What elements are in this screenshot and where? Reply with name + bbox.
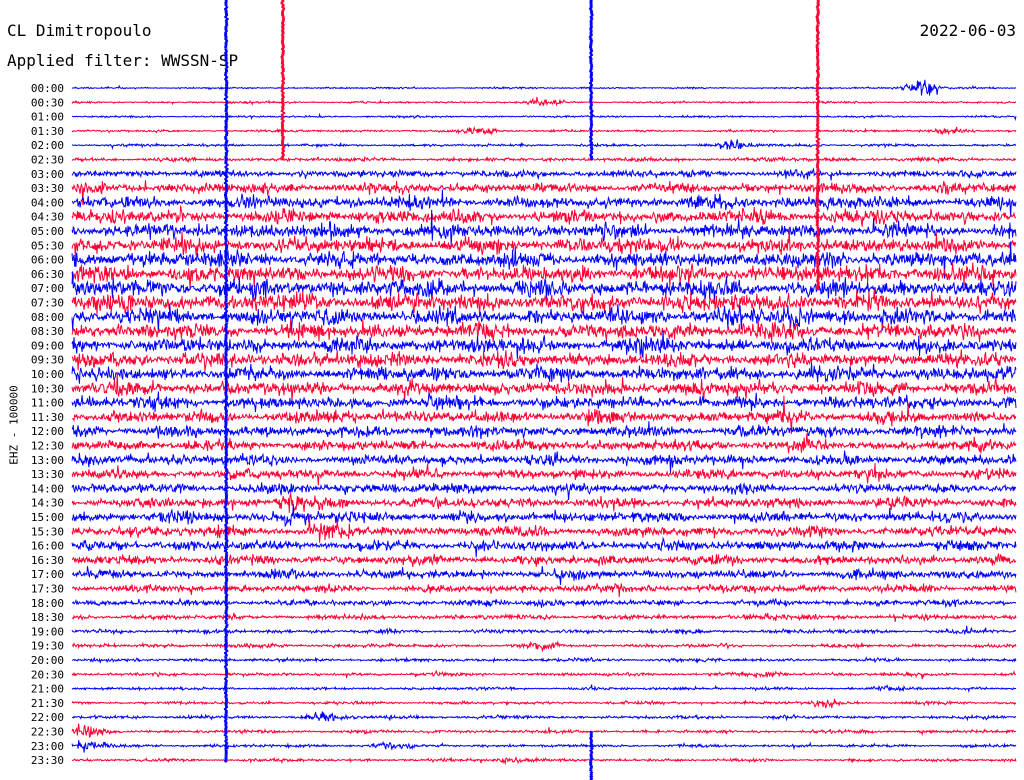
tick-label-2000: 20:00 — [31, 654, 64, 667]
spike-0 — [223, 0, 229, 764]
tick-label-1000: 10:00 — [31, 368, 64, 381]
tick-label-1500: 15:00 — [31, 511, 64, 524]
tick-label-0430: 04:30 — [31, 211, 64, 224]
trace-1730 — [71, 583, 1017, 598]
tick-label-0230: 02:30 — [31, 154, 64, 167]
tick-label-0600: 06:00 — [31, 254, 64, 267]
tick-label-1330: 13:30 — [31, 468, 64, 481]
tick-label-2200: 22:00 — [31, 711, 64, 724]
trace-2230 — [71, 723, 1017, 738]
trace-1400 — [71, 482, 1017, 501]
trace-1230 — [71, 433, 1017, 454]
tick-label-1600: 16:00 — [31, 540, 64, 553]
trace-1200 — [71, 421, 1017, 440]
trace-1600 — [71, 536, 1017, 558]
trace-2100 — [71, 684, 1017, 694]
trace-0430 — [71, 205, 1016, 227]
trace-2130 — [71, 698, 1017, 709]
trace-2030 — [71, 670, 1017, 680]
tick-label-0100: 01:00 — [31, 111, 64, 124]
tick-label-1730: 17:30 — [31, 583, 64, 596]
trace-2200 — [71, 711, 1017, 722]
tick-label-1230: 12:30 — [31, 440, 64, 453]
trace-1800 — [71, 597, 1017, 609]
tick-label-1830: 18:30 — [31, 611, 64, 624]
trace-0930 — [71, 349, 1017, 371]
tick-label-0500: 05:00 — [31, 225, 64, 238]
trace-2000 — [71, 656, 1017, 664]
tick-label-1900: 19:00 — [31, 625, 64, 638]
trace-2330 — [71, 755, 1017, 766]
trace-0730 — [71, 289, 1017, 317]
tick-label-0400: 04:00 — [31, 196, 64, 209]
trace-0130 — [71, 125, 1017, 136]
tick-label-0000: 00:00 — [31, 82, 64, 95]
tick-label-1100: 11:00 — [31, 397, 64, 410]
trace-0030 — [71, 96, 1017, 107]
tick-label-0330: 03:30 — [31, 182, 64, 195]
tick-label-1300: 13:00 — [31, 454, 64, 467]
tick-label-0530: 05:30 — [31, 239, 64, 252]
tick-label-2130: 21:30 — [31, 697, 64, 710]
trace-0000 — [71, 79, 1017, 96]
trace-1930 — [71, 640, 1017, 653]
tick-label-1030: 10:30 — [31, 382, 64, 395]
tick-label-2100: 21:00 — [31, 683, 64, 696]
trace-0900 — [71, 330, 1017, 360]
trace-0230 — [71, 155, 1016, 164]
tick-label-1430: 14:30 — [31, 497, 64, 510]
tick-label-2030: 20:30 — [31, 668, 64, 681]
spike-4 — [588, 730, 594, 780]
spike-2 — [588, 0, 594, 161]
trace-1700 — [71, 566, 1017, 586]
trace-0300 — [71, 167, 1017, 181]
tick-label-1130: 11:30 — [31, 411, 64, 424]
tick-label-1400: 14:00 — [31, 482, 64, 495]
tick-label-1800: 18:00 — [31, 597, 64, 610]
trace-1430 — [71, 492, 1017, 513]
trace-0100 — [71, 112, 1017, 122]
tick-label-1630: 16:30 — [31, 554, 64, 567]
tick-label-2300: 23:00 — [31, 740, 64, 753]
spike-3 — [815, 0, 821, 291]
tick-label-0930: 09:30 — [31, 354, 64, 367]
trace-2300 — [71, 740, 1017, 753]
tick-label-2230: 22:30 — [31, 726, 64, 739]
tick-label-2330: 23:30 — [31, 754, 64, 767]
trace-1500 — [71, 504, 1017, 528]
tick-label-1530: 15:30 — [31, 525, 64, 538]
tick-label-0900: 09:00 — [31, 339, 64, 352]
trace-0200 — [71, 139, 1017, 151]
time-tick-labels: 00:0000:30 01:0001:3002:00 02:3003:0003:30… — [31, 82, 64, 767]
trace-1900 — [71, 625, 1017, 636]
trace-0800 — [71, 304, 1017, 333]
tick-label-0130: 01:30 — [31, 125, 64, 138]
tick-label-0200: 02:00 — [31, 139, 64, 152]
trace-0830 — [71, 319, 1017, 344]
tick-label-0800: 08:00 — [31, 311, 64, 324]
tick-label-0630: 06:30 — [31, 268, 64, 281]
tick-label-1700: 17:00 — [31, 568, 64, 581]
tick-label-0830: 08:30 — [31, 325, 64, 338]
spike-1 — [280, 0, 286, 161]
tick-label-0730: 07:30 — [31, 297, 64, 310]
trace-1630 — [71, 553, 1017, 568]
tick-label-0300: 03:00 — [31, 168, 64, 181]
trace-1100 — [71, 391, 1017, 413]
tick-label-0700: 07:00 — [31, 282, 64, 295]
trace-1330 — [71, 463, 1017, 486]
helicorder-plot: 00:0000:30 01:0001:3002:00 02:3003:0003:30… — [31, 0, 1017, 780]
trace-group — [71, 0, 1017, 780]
trace-1830 — [71, 612, 1017, 623]
trace-1000 — [71, 362, 1017, 384]
tick-label-1200: 12:00 — [31, 425, 64, 438]
tick-label-0030: 00:30 — [31, 96, 64, 109]
tick-label-1930: 19:30 — [31, 640, 64, 653]
